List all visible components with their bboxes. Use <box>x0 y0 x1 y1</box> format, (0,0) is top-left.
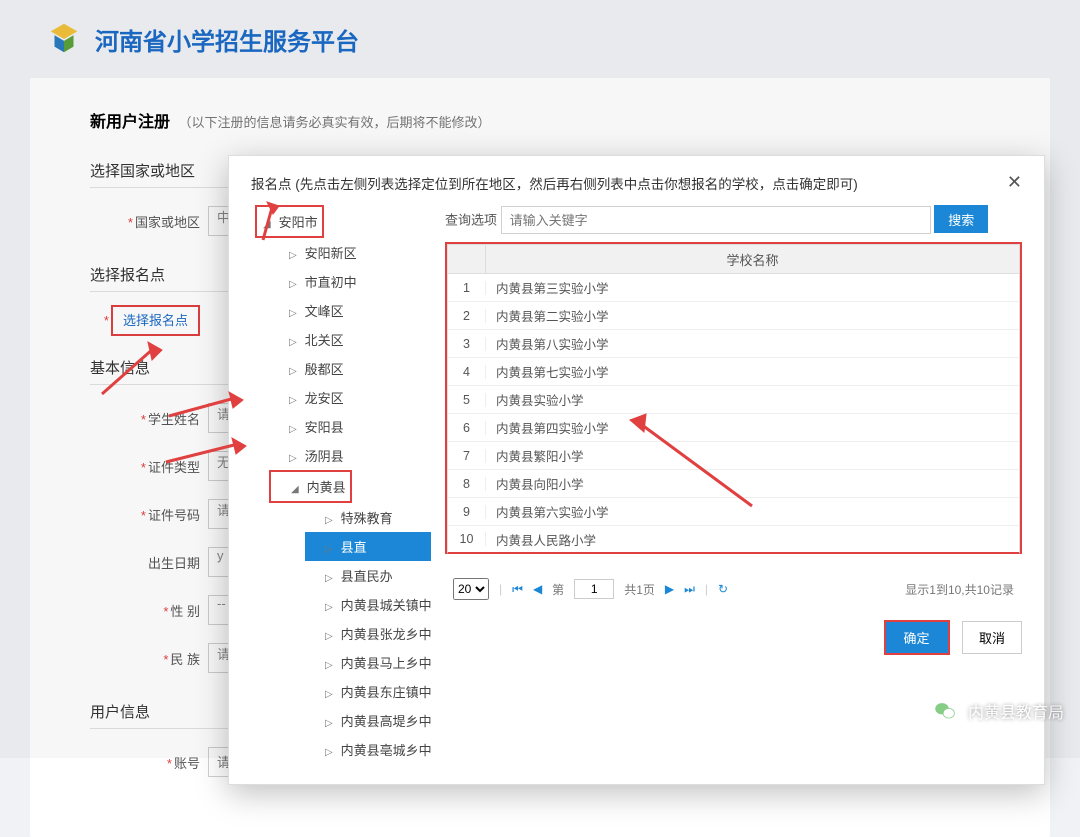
school-row-1[interactable]: 1内黄县第三实验小学 <box>447 274 1020 302</box>
label-account: *账号 <box>90 753 200 772</box>
tree-node-beiguan[interactable]: ▷ 北关区 <box>269 325 431 354</box>
school-row-9[interactable]: 9内黄县第六实验小学 <box>447 498 1020 526</box>
school-row-10[interactable]: 10内黄县人民路小学 <box>447 526 1020 554</box>
school-table: 学校名称 1内黄县第三实验小学 2内黄县第二实验小学 3内黄县第八实验小学 4内… <box>445 242 1022 554</box>
wechat-watermark: 内黄县教育局 <box>930 696 1064 726</box>
modal-title: 报名点 (先点击左侧列表选择定位到所在地区，然后再右侧列表中点击你想报名的学校，… <box>251 173 858 193</box>
pager-last-icon[interactable]: ⏭ <box>684 582 695 597</box>
page-size-select[interactable]: 20 <box>453 578 489 600</box>
school-picker-modal: 报名点 (先点击左侧列表选择定位到所在地区，然后再右侧列表中点击你想报名的学校，… <box>228 155 1045 785</box>
tree-node-gaodi[interactable]: ▷ 内黄县高堤乡中心校 <box>305 706 431 735</box>
label-choose-point: *选择报名点 <box>90 310 200 329</box>
pager: 20 | ⏮ ◀ 第 共1页 ▶ ⏭ | ↻ 显示1到10,共10记录 <box>445 574 1022 604</box>
label-birth: 出生日期 <box>90 553 200 572</box>
choose-point-link[interactable]: 选择报名点 <box>111 305 200 336</box>
school-row-4[interactable]: 4内黄县第七实验小学 <box>447 358 1020 386</box>
school-row-8[interactable]: 8内黄县向阳小学 <box>447 470 1020 498</box>
watermark-text: 内黄县教育局 <box>968 699 1064 723</box>
tree-node-tangyin[interactable]: ▷ 汤阴县 <box>269 441 431 470</box>
pager-first-icon[interactable]: ⏮ <box>512 582 523 597</box>
tree-node-zhanglong[interactable]: ▷ 内黄县张龙乡中心校 <box>305 619 431 648</box>
cancel-button[interactable]: 取消 <box>962 621 1022 654</box>
pager-info: 显示1到10,共10记录 <box>905 581 1014 598</box>
school-row-5[interactable]: 5内黄县实验小学 <box>447 386 1020 414</box>
school-row-3[interactable]: 3内黄县第八实验小学 <box>447 330 1020 358</box>
column-school-name: 学校名称 <box>486 250 1019 269</box>
school-row-7[interactable]: 7内黄县繁阳小学 <box>447 442 1020 470</box>
tree-node-wenfeng[interactable]: ▷ 文峰区 <box>269 296 431 325</box>
region-tree: ◢ 安阳市 ▷ 安阳新区 ▷ 市直初中 ▷ 文峰区 ▷ 北关区 ▷ 殷都区 ▷ … <box>251 205 431 764</box>
label-cert-type: *证件类型 <box>90 457 200 476</box>
ok-button[interactable]: 确定 <box>884 620 950 655</box>
search-label: 查询选项 <box>445 213 497 228</box>
label-ethnic: *民 族 <box>90 649 200 668</box>
register-title: 新用户注册 <box>90 114 170 131</box>
close-icon[interactable]: ✕ <box>1007 172 1022 193</box>
tree-node-teshujiaoyu[interactable]: ▷ 特殊教育 <box>305 503 431 532</box>
tree-node-xianzhi[interactable]: ▷ 县直 <box>305 532 431 561</box>
page-header: 河南省小学招生服务平台 <box>0 0 1080 78</box>
tree-node-bocheng[interactable]: ▷ 内黄县亳城乡中心校 <box>305 735 431 764</box>
label-gender: *性 别 <box>90 601 200 620</box>
wechat-icon <box>930 696 960 726</box>
tree-node-shizhichu[interactable]: ▷ 市直初中 <box>269 267 431 296</box>
tree-root[interactable]: ◢ 安阳市 <box>255 205 324 238</box>
platform-title: 河南省小学招生服务平台 <box>95 22 359 57</box>
search-button[interactable]: 搜索 <box>934 205 988 233</box>
register-hint: （以下注册的信息请务必真实有效，后期将不能修改） <box>178 115 490 130</box>
label-student-name: *学生姓名 <box>90 409 200 428</box>
tree-node-xianzhiminban[interactable]: ▷ 县直民办 <box>305 561 431 590</box>
tree-node-neihuang[interactable]: ◢ 内黄县 <box>269 470 352 503</box>
tree-node-longan[interactable]: ▷ 龙安区 <box>269 383 431 412</box>
tree-node-anyangxian[interactable]: ▷ 安阳县 <box>269 412 431 441</box>
pager-prev-icon[interactable]: ◀ <box>533 582 542 596</box>
tree-node-dongzhuang[interactable]: ▷ 内黄县东庄镇中心校 <box>305 677 431 706</box>
school-row-2[interactable]: 2内黄县第二实验小学 <box>447 302 1020 330</box>
tree-node-mashang[interactable]: ▷ 内黄县马上乡中心校 <box>305 648 431 677</box>
pager-next-icon[interactable]: ▶ <box>665 582 674 596</box>
school-row-6[interactable]: 6内黄县第四实验小学 <box>447 414 1020 442</box>
pager-refresh-icon[interactable]: ↻ <box>718 582 728 596</box>
label-cert-no: *证件号码 <box>90 505 200 524</box>
search-input[interactable] <box>501 206 931 234</box>
tree-node-anyangxinqu[interactable]: ▷ 安阳新区 <box>269 238 431 267</box>
pager-page-input[interactable] <box>574 579 614 599</box>
tree-node-yindu[interactable]: ▷ 殷都区 <box>269 354 431 383</box>
logo-icon <box>45 20 83 58</box>
tree-node-chengguan[interactable]: ▷ 内黄县城关镇中心校 <box>305 590 431 619</box>
label-country: *国家或地区 <box>90 212 200 231</box>
